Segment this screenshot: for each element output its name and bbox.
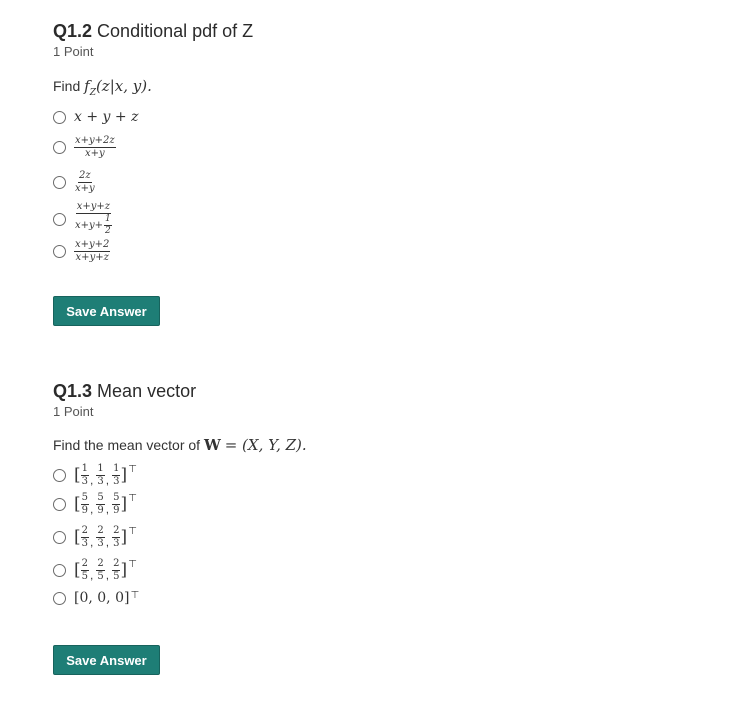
prompt-text: Find (53, 78, 81, 94)
question-title: Q1.3 Mean vector (53, 380, 196, 402)
answer-option[interactable]: [2 5, 2 5, 2 5] ⊤ (53, 559, 137, 582)
vector-component: 23 (112, 525, 121, 549)
radio-button[interactable] (53, 564, 66, 577)
option-fraction: 2z x+y (75, 170, 95, 194)
question-1-2-header: Q1.2 Conditional pdf of Z 1 Point (53, 20, 253, 60)
question-title-text: Mean vector (97, 381, 197, 401)
transpose-symbol: ⊤ (128, 559, 137, 570)
vector-component: 23 (96, 525, 105, 549)
question-points: 1 Point (53, 404, 94, 419)
option-vector: [1 3, 1 3, 1 3] ⊤ (74, 463, 137, 488)
answer-option[interactable]: 2z x+y (53, 171, 96, 194)
option-fraction: x+y+2 x+y+z (74, 239, 111, 263)
vector-component: 59 (96, 492, 105, 516)
question-1-3-header: Q1.3 Mean vector 1 Point (53, 380, 196, 420)
prompt-text: Find the mean vector of (53, 437, 201, 453)
answer-option[interactable]: [0, 0, 0] ⊤ (53, 590, 139, 606)
prompt-math-w: W (203, 436, 221, 454)
question-prompt: Find fZ(z|x, y). (53, 76, 152, 103)
radio-button[interactable] (53, 176, 66, 189)
vector-component: 59 (80, 492, 90, 516)
answer-option[interactable]: [2 3, 2 3, 2 3] ⊤ (53, 526, 137, 549)
radio-button[interactable] (53, 531, 66, 544)
option-label: x + y + z (74, 109, 139, 125)
question-prompt: Find the mean vector of W = (X, Y, Z). (53, 435, 307, 455)
answer-option[interactable]: [5 9, 5 9, 5 9] ⊤ (53, 493, 137, 516)
transpose-symbol: ⊤ (128, 493, 137, 504)
save-answer-button[interactable]: Save Answer (53, 296, 160, 326)
radio-button[interactable] (53, 212, 66, 226)
question-title: Q1.2 Conditional pdf of Z (53, 20, 253, 42)
answer-option[interactable]: [1 3, 1 3, 1 3] ⊤ (53, 464, 137, 487)
radio-button[interactable] (53, 245, 66, 258)
option-vector: [2 3, 2 3, 2 3] ⊤ (74, 525, 137, 550)
question-title-text: Conditional pdf of Z (97, 21, 254, 41)
question-number: Q1.3 (53, 381, 93, 401)
question-number: Q1.2 (53, 21, 93, 41)
radio-button[interactable] (53, 469, 66, 482)
radio-button[interactable] (53, 110, 66, 124)
radio-button[interactable] (53, 591, 66, 605)
answer-option[interactable]: x + y + z (53, 109, 138, 125)
vector-component: 13 (80, 463, 90, 487)
save-answer-button[interactable]: Save Answer (53, 645, 160, 675)
transpose-symbol: ⊤ (128, 464, 137, 475)
answer-option[interactable]: x+y+2z x+y (53, 136, 116, 159)
radio-button[interactable] (53, 498, 66, 511)
option-vector: [5 9, 5 9, 5 9] ⊤ (74, 492, 137, 517)
vector-component: 23 (80, 525, 90, 549)
radio-button[interactable] (53, 141, 66, 154)
vector-component: 13 (96, 463, 105, 487)
vector-component: 25 (96, 558, 105, 582)
vector-component: 13 (112, 463, 121, 487)
question-points: 1 Point (53, 44, 94, 59)
prompt-math: fZ(z|x, y). (84, 77, 152, 98)
option-vector: [2 5, 2 5, 2 5] ⊤ (74, 558, 137, 583)
answer-option[interactable]: x+y+z x+y+ 1 2 (53, 202, 113, 236)
transpose-symbol: ⊤ (130, 590, 140, 601)
vector-component: 25 (112, 558, 121, 582)
vector-component: 59 (112, 492, 121, 516)
vector-component: 25 (80, 558, 90, 582)
option-fraction: x+y+z x+y+ 1 2 (75, 201, 112, 236)
prompt-math-rest: = (X, Y, Z). (224, 436, 307, 454)
answer-option[interactable]: x+y+2 x+y+z (53, 239, 111, 263)
option-vector: [0, 0, 0] ⊤ (74, 590, 140, 606)
transpose-symbol: ⊤ (128, 526, 137, 537)
option-fraction: x+y+2z x+y (74, 135, 116, 159)
